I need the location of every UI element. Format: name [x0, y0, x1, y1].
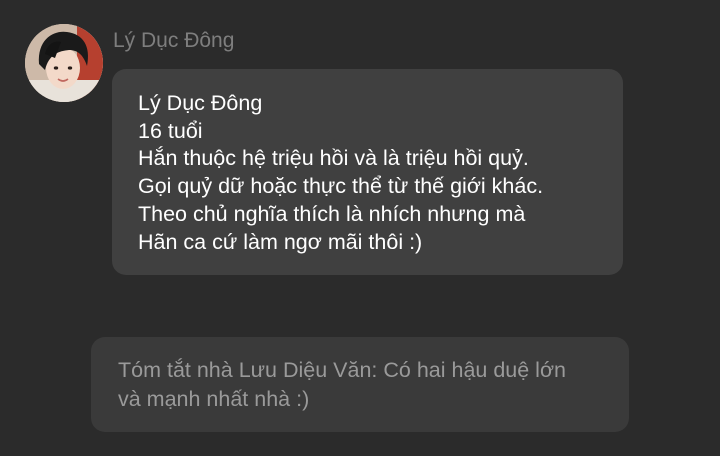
note-bubble[interactable]: Tóm tắt nhà Lưu Diệu Văn: Có hai hậu duệ…: [91, 337, 629, 432]
message-line: Gọi quỷ dữ hoặc thực thể từ thế giới khá…: [138, 174, 544, 199]
message-bubble[interactable]: Lý Dục Đông 16 tuổi Hắn thuộc hệ triệu h…: [112, 69, 623, 275]
note-line: Tóm tắt nhà Lưu Diệu Văn: Có hai hậu duệ…: [118, 358, 567, 382]
message-line: 16 tuổi: [138, 118, 203, 143]
message-line: Hãn ca cứ làm ngơ mãi thôi :): [138, 229, 423, 254]
message-line: Hắn thuộc hệ triệu hồi và là triệu hồi q…: [138, 146, 529, 171]
note-line: và mạnh nhất nhà :): [118, 387, 310, 411]
sender-name: Lý Dục Đông: [113, 29, 235, 52]
message-line: Theo chủ nghĩa thích là nhích nhưng mà: [138, 201, 526, 226]
message-line: Lý Dục Đông: [138, 91, 263, 115]
sender-avatar[interactable]: [25, 24, 103, 102]
